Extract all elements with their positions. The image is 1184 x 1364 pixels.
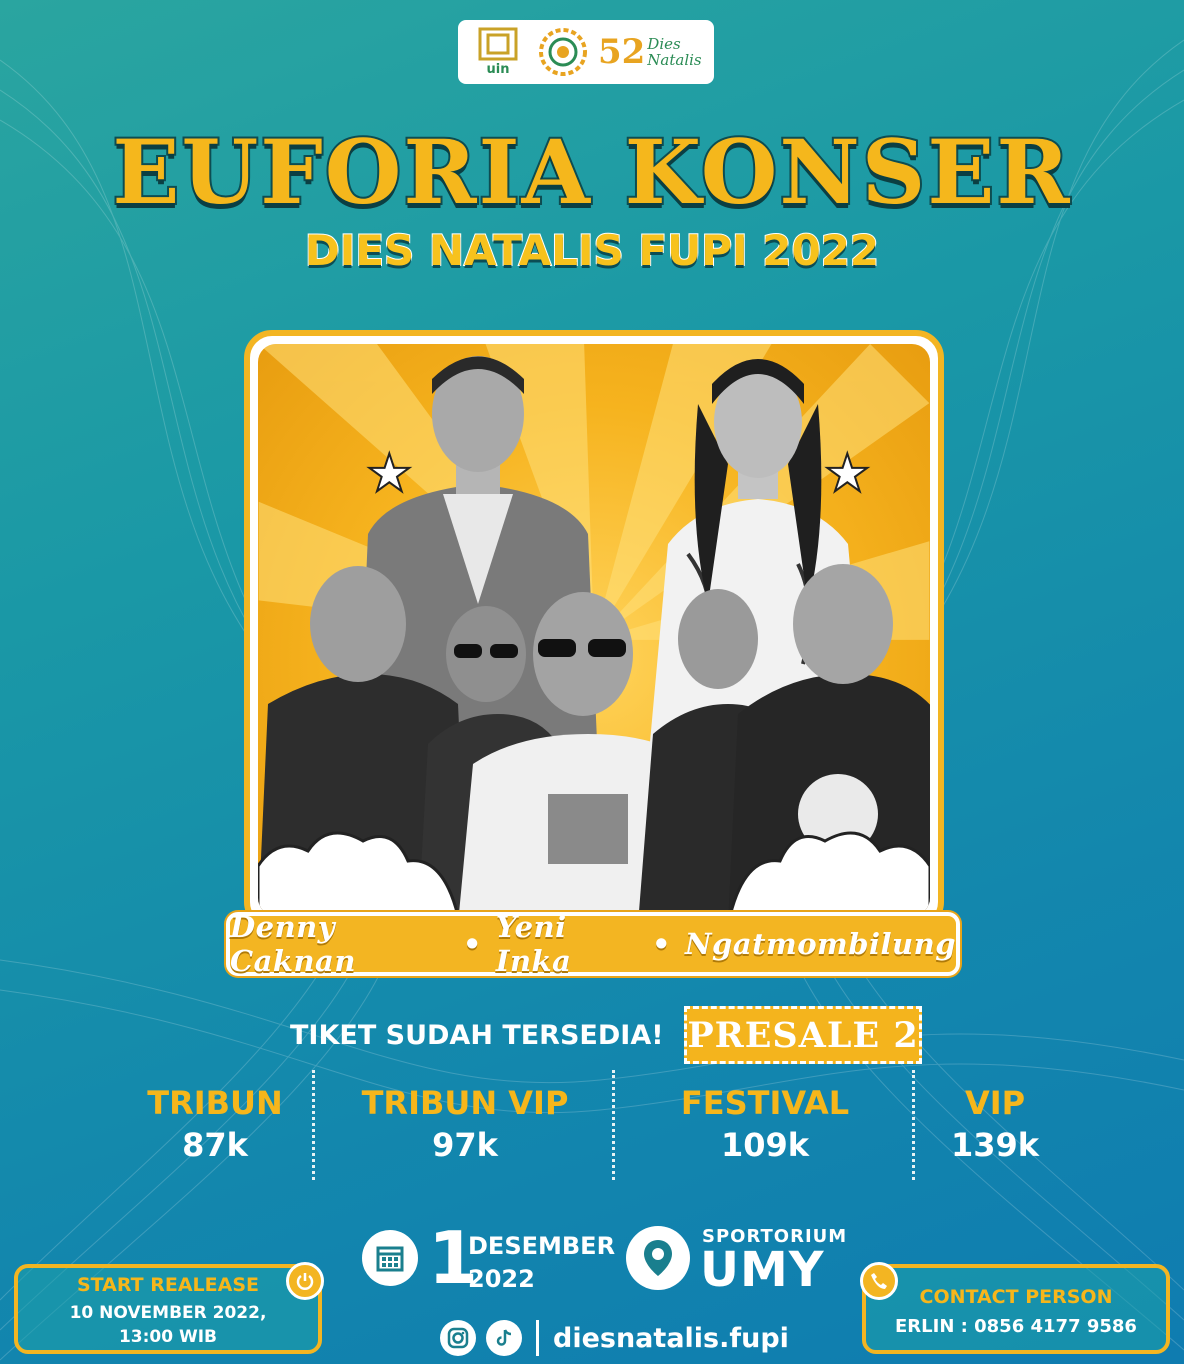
name-separator: • [462, 927, 482, 961]
performer-poster: ★ ★ [258, 344, 930, 916]
ticket-price: 139k [950, 1126, 1040, 1164]
ticket-category-name: FESTIVAL [680, 1084, 850, 1122]
ticket-tribun-vip: TRIBUN VIP 97k [330, 1070, 600, 1180]
social-handle[interactable]: diesnatalis.fupi [553, 1323, 789, 1354]
start-release-date: 10 NOVEMBER 2022, [69, 1303, 267, 1323]
event-month: DESEMBER [468, 1232, 616, 1260]
ticket-availability-text: TIKET SUDAH TERSEDIA! [290, 1020, 664, 1051]
social-media-row: diesnatalis.fupi [440, 1318, 789, 1358]
event-subtitle: DIES NATALIS FUPI 2022 [304, 225, 880, 276]
ticket-vip: VIP 139k [920, 1070, 1070, 1180]
performer-poster-frame: ★ ★ [244, 330, 944, 930]
price-divider [912, 1070, 915, 1180]
event-title: EUFORIA KONSER [110, 118, 1072, 226]
dies-natalis-52-logo: 52 Dies Natalis [596, 26, 706, 78]
uin-logo: uin [466, 26, 530, 78]
event-month-year: DESEMBER 2022 [468, 1230, 615, 1296]
dies-number: 52 [597, 32, 646, 72]
presale-badge: PRESALE 2 [684, 1006, 922, 1064]
phone-icon [860, 1262, 898, 1300]
svg-text:uin: uin [487, 62, 510, 77]
instagram-icon[interactable] [440, 1320, 476, 1356]
location-pin-icon [626, 1226, 690, 1290]
fupi-emblem-logo [531, 26, 595, 78]
start-release-time: 13:00 WIB [118, 1327, 218, 1347]
venue-name-line2: UMY [700, 1242, 825, 1298]
performer-name: Ngatmombilung [685, 927, 956, 961]
performer-name: Yeni Inka [495, 910, 572, 978]
contact-person-title: CONTACT PERSON [919, 1286, 1113, 1308]
dies-text: Dies Natalis [647, 35, 702, 69]
ticket-festival: FESTIVAL 109k [630, 1070, 900, 1180]
ticket-price-list: TRIBUN 87k TRIBUN VIP 97k FESTIVAL 109k … [130, 1070, 1090, 1180]
price-divider [612, 1070, 615, 1180]
event-year: 2022 [468, 1265, 535, 1293]
tiktok-icon[interactable] [486, 1320, 522, 1356]
contact-person-phone[interactable]: ERLIN : 0856 4177 9586 [866, 1316, 1166, 1338]
performer-name: Denny Caknan [230, 910, 356, 978]
price-divider [312, 1070, 315, 1180]
start-release-title: START REALEASE [77, 1274, 259, 1296]
performer-names-banner: Denny Caknan • Yeni Inka • Ngatmombilung [226, 910, 960, 978]
ticket-category-name: TRIBUN VIP [361, 1084, 569, 1122]
name-separator: • [652, 927, 672, 961]
ticket-price: 97k [432, 1126, 498, 1164]
sponsor-logo-strip: uin 52 Dies Natalis [458, 20, 714, 84]
cloud-decoration-left [258, 831, 458, 916]
start-release-box: START REALEASE 10 NOVEMBER 2022, 13:00 W… [14, 1264, 322, 1354]
ticket-category-name: TRIBUN [147, 1084, 283, 1122]
ticket-price: 109k [720, 1126, 810, 1164]
cloud-decoration-right [730, 831, 930, 916]
ticket-tribun: TRIBUN 87k [130, 1070, 300, 1180]
power-icon [286, 1262, 324, 1300]
ticket-price: 87k [182, 1126, 248, 1164]
contact-person-box: CONTACT PERSON ERLIN : 0856 4177 9586 [862, 1264, 1170, 1354]
calendar-icon [362, 1230, 418, 1286]
ticket-category-name: VIP [964, 1084, 1026, 1122]
social-separator [536, 1320, 539, 1356]
